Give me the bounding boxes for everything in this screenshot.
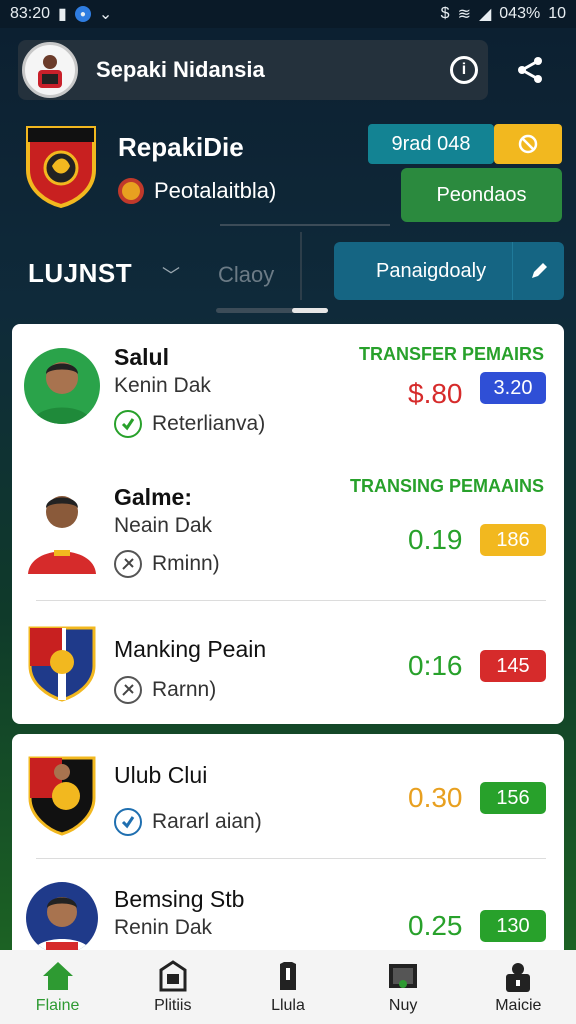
check-icon bbox=[114, 410, 142, 438]
status-time: 83:20 bbox=[10, 5, 51, 22]
edit-icon[interactable] bbox=[512, 242, 564, 300]
player-name: Ulub Clui bbox=[114, 762, 208, 788]
nav-label: Flaine bbox=[35, 997, 80, 1014]
nav-label: Plitiis bbox=[154, 997, 192, 1014]
player-sub: Renin Dak bbox=[114, 916, 213, 939]
panel-button[interactable]: Panaigdoaly bbox=[334, 242, 564, 300]
tab-lujnst[interactable]: LUJNST bbox=[28, 258, 132, 289]
price: 0.30 bbox=[408, 782, 463, 813]
status-bar: 83:20 ▮ ● ⌄ $ ≋ ◢ 043% 10 bbox=[0, 0, 576, 28]
sync-icon: $ bbox=[440, 5, 450, 22]
player-status-label: Reterlianva) bbox=[152, 412, 266, 435]
nav-item-more[interactable]: Maicie bbox=[468, 959, 568, 1015]
status-dot-icon bbox=[118, 178, 144, 204]
value-badge: 3.20 bbox=[480, 372, 546, 404]
list-item[interactable]: Salul Kenin Dak Reterlianva) TRANSFER PE… bbox=[12, 324, 564, 454]
player-card: Ulub Clui Rararl aian) 0.30 156 Bemsing … bbox=[12, 734, 564, 964]
value-badge: 130 bbox=[480, 910, 546, 942]
nav-item-home[interactable]: Flaine bbox=[8, 959, 108, 1015]
info-icon[interactable]: i bbox=[450, 56, 478, 84]
player-name: Galme: bbox=[114, 484, 192, 510]
tab-indicator-thumb bbox=[292, 308, 328, 313]
transfer-header: TRANSING PEMAAINS bbox=[349, 476, 544, 496]
player-status: Rminn) bbox=[114, 550, 220, 578]
player-name: Manking Peain bbox=[114, 636, 267, 662]
divider bbox=[300, 232, 302, 300]
pending-button[interactable]: Peondaos bbox=[401, 168, 562, 222]
club-subtitle: Peotalaitbla) bbox=[154, 178, 277, 203]
app-bar: Sepaki Nidansia i bbox=[18, 40, 488, 100]
player-name: Bemsing Stb bbox=[114, 886, 245, 912]
club-crest-icon bbox=[26, 622, 98, 702]
panel-button-label: Panaigdoaly bbox=[376, 259, 487, 282]
divider bbox=[36, 858, 546, 859]
shirt-icon bbox=[270, 959, 306, 993]
chevron-down-icon[interactable]: ﹀ bbox=[162, 262, 180, 288]
boots-icon bbox=[114, 676, 142, 704]
app-logo-icon[interactable] bbox=[22, 42, 78, 98]
list-item[interactable]: Manking Peain Rarnn) 0:16 145 bbox=[12, 604, 564, 720]
list-item[interactable]: Ulub Clui Rararl aian) 0.30 156 bbox=[12, 734, 564, 854]
value-badge: 186 bbox=[480, 524, 546, 556]
avatar bbox=[24, 478, 100, 574]
avatar bbox=[24, 348, 100, 424]
building-icon bbox=[155, 959, 191, 993]
nav-label: Nuy bbox=[388, 997, 418, 1014]
goal-icon bbox=[385, 959, 421, 993]
player-status-label: Rararl aian) bbox=[152, 810, 262, 833]
player-status-label: Rarnn) bbox=[152, 678, 217, 701]
app-notification-icon: ● bbox=[74, 6, 91, 22]
player-card: Salul Kenin Dak Reterlianva) TRANSFER PE… bbox=[12, 324, 564, 724]
value-badge: 156 bbox=[480, 782, 546, 814]
player-sub: Kenin Dak bbox=[114, 374, 211, 397]
app-title: Sepaki Nidansia bbox=[96, 57, 265, 82]
player-status: Rararl aian) bbox=[114, 808, 262, 836]
boots-icon bbox=[114, 550, 142, 578]
chevron-down-icon: ⌄ bbox=[98, 6, 113, 23]
player-status: Reterlianva) bbox=[114, 410, 265, 438]
battery-level: 10 bbox=[548, 5, 566, 22]
player-name: Salul bbox=[114, 344, 169, 370]
share-icon[interactable] bbox=[512, 52, 548, 88]
price: 0.25 bbox=[408, 910, 463, 941]
battery-percent: 043% bbox=[499, 5, 541, 22]
list-item[interactable]: Bemsing Stb Renin Dak 0.25 130 bbox=[12, 864, 564, 964]
timer-icon bbox=[518, 134, 538, 154]
player-status-label: Rminn) bbox=[152, 552, 220, 575]
divider bbox=[36, 600, 546, 601]
avatar bbox=[26, 882, 98, 954]
club-subtitle-row: Peotalaitbla) bbox=[118, 178, 276, 204]
nav-item-club[interactable]: Llula bbox=[238, 959, 338, 1015]
nav-item-new[interactable]: Nuy bbox=[353, 959, 453, 1015]
price: 0:16 bbox=[408, 650, 463, 681]
timer-button[interactable] bbox=[494, 124, 562, 164]
bottom-nav: Flaine Plitiis Llula Nuy Maicie bbox=[0, 950, 576, 1024]
home-icon bbox=[40, 959, 76, 993]
value-badge: 145 bbox=[480, 650, 546, 682]
tab-claoy[interactable]: Claoy bbox=[218, 262, 274, 288]
player-status: Rarnn) bbox=[114, 676, 216, 704]
grad-button[interactable]: 9rad 048 bbox=[368, 124, 494, 164]
nav-item-politics[interactable]: Plitiis bbox=[123, 959, 223, 1015]
check-icon bbox=[114, 808, 142, 836]
player-sub: Neain Dak bbox=[114, 514, 213, 537]
nav-label: Maicie bbox=[495, 997, 542, 1014]
signal-icon: ▮ bbox=[58, 6, 67, 23]
list-item[interactable]: Galme: Neain Dak Rminn) TRANSING PEMAAIN… bbox=[12, 464, 564, 594]
nav-label: Llula bbox=[271, 997, 305, 1014]
divider bbox=[220, 224, 390, 226]
club-crest-icon bbox=[24, 122, 98, 209]
club-name: RepakiDie bbox=[118, 132, 244, 162]
wifi-icon: ≋ bbox=[457, 6, 471, 23]
price: 0.19 bbox=[408, 524, 463, 555]
cell-signal-icon: ◢ bbox=[478, 6, 492, 23]
price: $.80 bbox=[408, 378, 463, 409]
lock-icon bbox=[500, 959, 536, 993]
transfer-header: TRANSFER PEMAIRS bbox=[358, 344, 544, 364]
club-crest-icon bbox=[26, 752, 98, 836]
